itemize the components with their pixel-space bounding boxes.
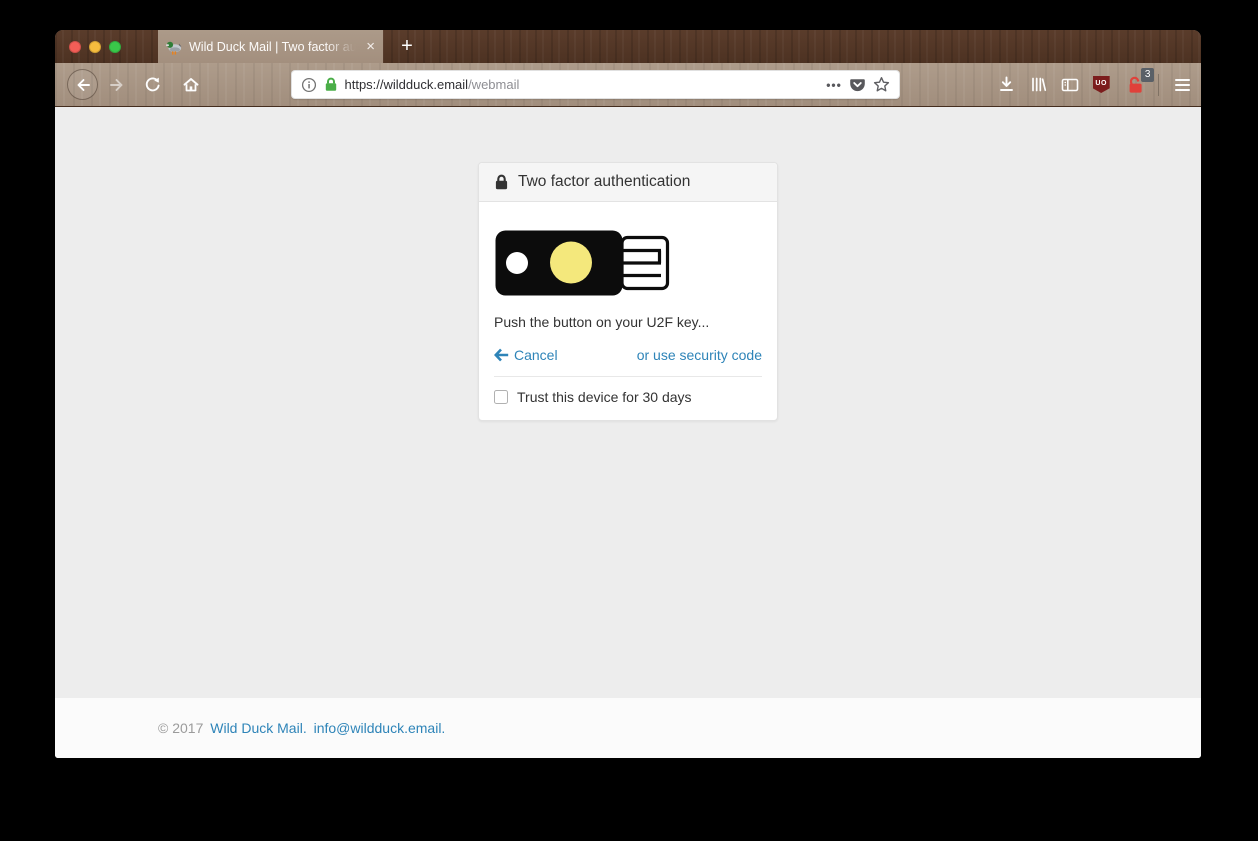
panel-body: Push the button on your U2F key... Cance… (479, 202, 777, 420)
panel-divider (494, 376, 762, 377)
new-tab-button[interactable]: + (391, 30, 423, 63)
pocket-icon[interactable] (849, 77, 866, 93)
close-window-button[interactable] (69, 41, 81, 53)
cancel-arrow-icon (494, 348, 509, 362)
u2f-key-illustration (494, 229, 762, 304)
password-extension-icon[interactable]: 3 (1125, 73, 1147, 97)
extension-badge: 3 (1141, 68, 1155, 82)
tab-title: Wild Duck Mail | Two factor auth (189, 40, 359, 54)
security-code-link[interactable]: or use security code (637, 347, 762, 363)
brand-link[interactable]: Wild Duck Mail. (210, 720, 306, 736)
site-info-icon[interactable] (301, 77, 317, 93)
forward-button[interactable] (105, 73, 129, 97)
navigation-toolbar: https://wildduck.email/webmail ••• (55, 63, 1201, 107)
desktop-background: { "window": { "tab": { "title": "Wild Du… (0, 0, 1258, 841)
trust-checkbox-label: Trust this device for 30 days (517, 389, 692, 405)
browser-tab[interactable]: Wild Duck Mail | Two factor auth × (158, 30, 383, 63)
back-button[interactable] (67, 69, 98, 100)
contact-email-link[interactable]: info@wildduck.email. (314, 720, 446, 736)
downloads-icon[interactable] (996, 73, 1018, 97)
library-icon[interactable] (1027, 73, 1049, 97)
panel-lock-icon (494, 174, 509, 190)
page-content: Two factor authentication (55, 107, 1201, 698)
cancel-link[interactable]: Cancel (494, 347, 558, 363)
duck-favicon-icon (166, 39, 182, 55)
window-controls (69, 30, 121, 63)
ublock-shield: UO (1093, 76, 1110, 93)
bookmark-star-icon[interactable] (873, 76, 890, 93)
status-text: Push the button on your U2F key... (494, 314, 762, 330)
tab-close-icon[interactable]: × (366, 39, 375, 54)
tab-bar: Wild Duck Mail | Two factor auth × + (55, 30, 1201, 63)
panel-title: Two factor authentication (518, 173, 690, 191)
zoom-window-button[interactable] (109, 41, 121, 53)
url-path: /webmail (468, 77, 519, 92)
trust-device-row: Trust this device for 30 days (494, 389, 762, 405)
toolbar-divider (1158, 74, 1159, 96)
sidebar-toggle-icon[interactable] (1059, 73, 1081, 97)
url-bar[interactable]: https://wildduck.email/webmail ••• (291, 70, 900, 99)
action-links: Cancel or use security code (494, 347, 762, 363)
minimize-window-button[interactable] (89, 41, 101, 53)
panel-heading: Two factor authentication (479, 163, 777, 202)
https-lock-icon[interactable] (324, 77, 338, 92)
reload-button[interactable] (141, 73, 165, 97)
browser-window: Wild Duck Mail | Two factor auth × + (55, 30, 1201, 758)
url-host: https://wildduck.email (345, 77, 469, 92)
page-footer: © 2017 Wild Duck Mail. info@wildduck.ema… (55, 698, 1201, 758)
menu-icon[interactable] (1171, 79, 1193, 91)
page-actions-icon[interactable]: ••• (826, 78, 842, 92)
footer-text: © 2017 Wild Duck Mail. info@wildduck.ema… (143, 720, 1113, 736)
ublock-label: UO (1095, 76, 1107, 91)
ublock-origin-icon[interactable]: UO (1090, 73, 1112, 97)
cancel-label: Cancel (514, 347, 558, 363)
home-button[interactable] (179, 73, 203, 97)
two-factor-panel: Two factor authentication (478, 162, 778, 421)
url-text[interactable]: https://wildduck.email/webmail (345, 77, 820, 92)
copyright-text: © 2017 (158, 720, 203, 736)
trust-checkbox[interactable] (494, 390, 508, 404)
